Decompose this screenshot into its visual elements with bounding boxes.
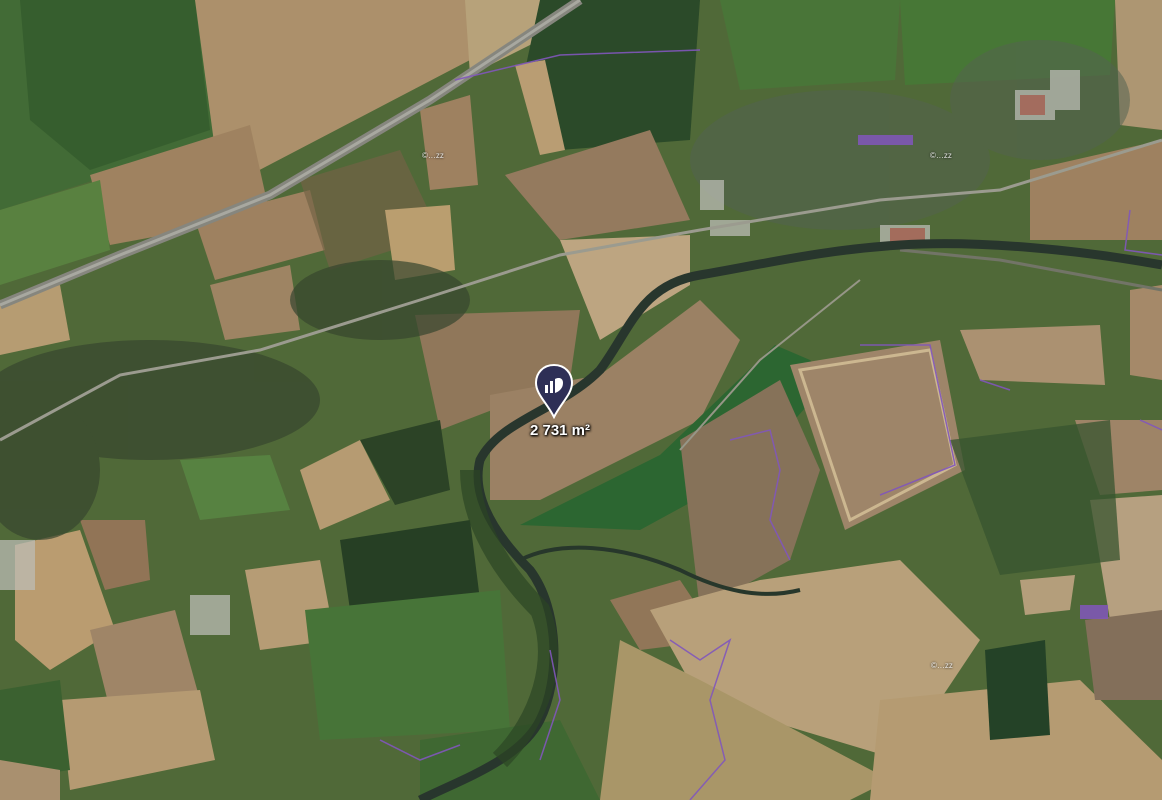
parcel-pin-icon[interactable]: [534, 363, 574, 420]
satellite-map[interactable]: [0, 0, 1162, 800]
imagery-watermark-2: ©…zz: [930, 151, 952, 160]
imagery-watermark-3: ©…zz: [931, 661, 953, 670]
imagery-watermark-1: ©…zz: [422, 151, 444, 160]
imagery-shade: [0, 0, 1162, 800]
parcel-area-label: 2 731 m²: [529, 422, 591, 439]
